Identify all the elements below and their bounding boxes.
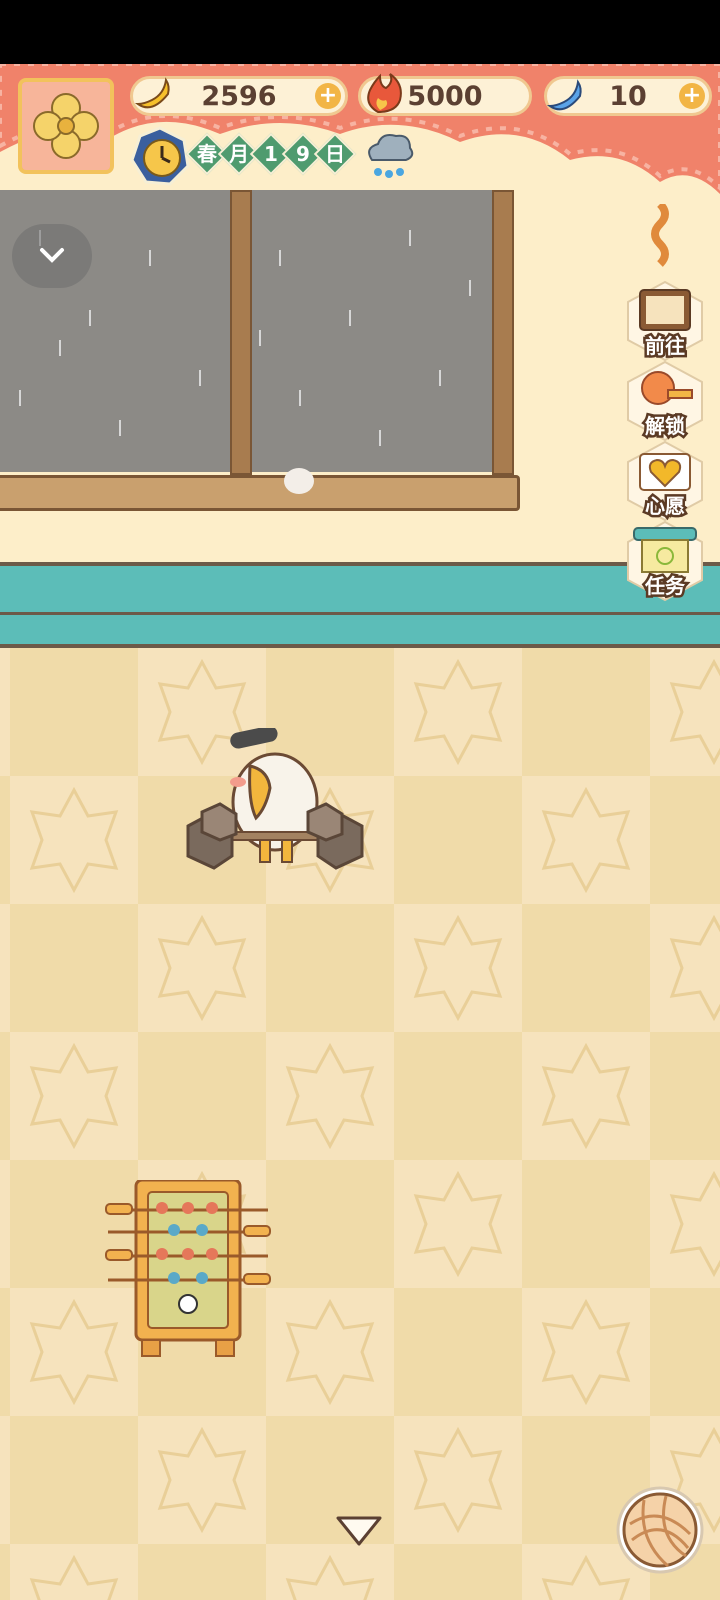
foosball-table[interactable]	[104, 1180, 274, 1360]
unlock-button[interactable]: 解锁	[624, 360, 706, 442]
task-label: 任务	[643, 572, 688, 601]
player-avatar[interactable]	[18, 78, 114, 174]
blue-banana-value: 10	[609, 80, 647, 112]
chevron-down-icon	[40, 248, 64, 263]
flame-icon	[367, 73, 402, 114]
rain-cloud-icon[interactable]	[362, 130, 414, 182]
status-bar	[0, 0, 720, 64]
banana-icon	[134, 77, 170, 109]
sparkle-bubble	[284, 468, 314, 494]
goto-label: 前往	[643, 332, 688, 361]
wish-label: 心愿	[643, 492, 688, 521]
add-blue-banana-button[interactable]: +	[679, 83, 705, 109]
goto-button[interactable]: 前往	[624, 280, 706, 362]
collapse-button[interactable]	[12, 224, 92, 288]
window-sill	[0, 475, 520, 511]
expand-down-icon[interactable]	[334, 1514, 384, 1550]
banana-value: 2596	[201, 80, 277, 112]
wainscot-stripe	[0, 612, 720, 615]
add-banana-button[interactable]: +	[315, 83, 341, 109]
wainscot-panel	[0, 562, 720, 648]
flame-value: 5000	[407, 80, 483, 112]
task-button[interactable]: 任务	[624, 520, 706, 602]
yarn-ball-icon[interactable]	[614, 1484, 706, 1576]
clock-icon[interactable]	[130, 126, 190, 186]
blue-banana-icon	[546, 79, 582, 111]
date-day-label: 日	[325, 142, 345, 166]
wish-button[interactable]: 心愿	[624, 440, 706, 522]
date-display: 春 月 1 9 日	[185, 132, 357, 176]
rope-decoration	[651, 204, 669, 267]
unlock-label: 解锁	[643, 412, 688, 441]
eagle-weightlifter[interactable]	[180, 728, 370, 888]
clover-flower-icon	[22, 82, 110, 170]
